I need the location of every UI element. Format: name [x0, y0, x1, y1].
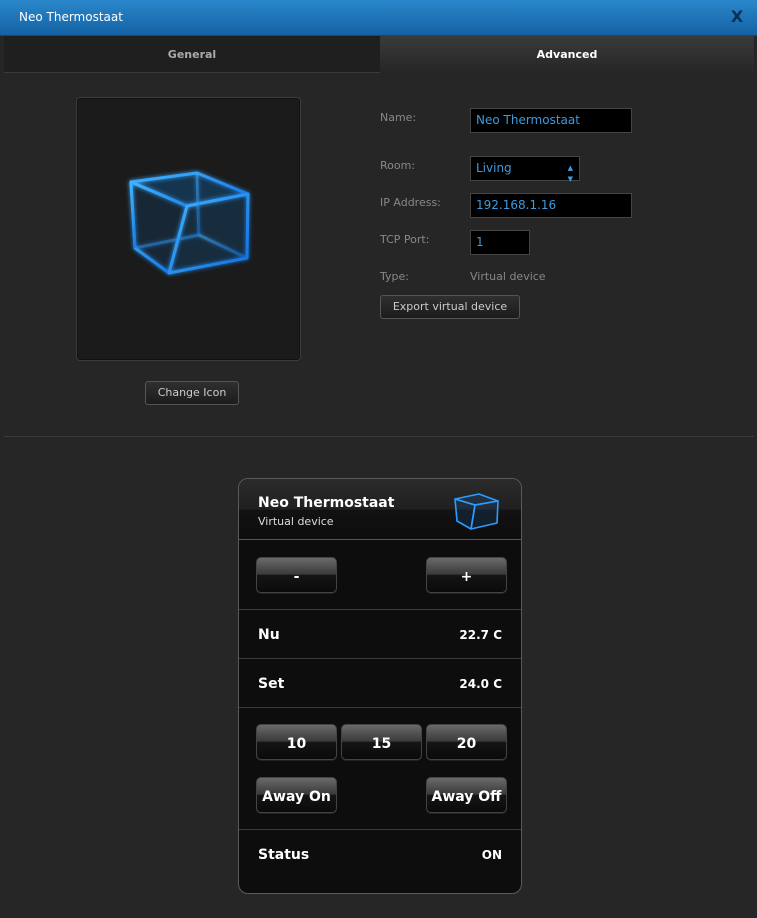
select-arrows-icon: ▲ ▼ [567, 164, 573, 183]
card-subtitle: Virtual device [258, 515, 334, 528]
window-titlebar: Neo Thermostaat X [0, 0, 757, 36]
section-divider [4, 436, 754, 437]
current-temp-label: Nu [258, 627, 280, 643]
card-header: Neo Thermostaat Virtual device [239, 479, 521, 540]
row-divider [239, 658, 521, 659]
tcp-port-label: TCP Port: [380, 233, 430, 246]
name-label: Name: [380, 111, 417, 124]
type-label: Type: [380, 270, 409, 283]
cube-icon [129, 171, 250, 275]
device-icon-preview [76, 97, 301, 361]
cube-icon [454, 493, 499, 530]
tab-advanced[interactable]: Advanced [380, 36, 754, 73]
device-preview-card: Neo Thermostaat Virtual device - + Nu 22… [238, 478, 522, 894]
status-label: Status [258, 847, 310, 863]
name-field[interactable]: Neo Thermostaat [470, 108, 632, 133]
room-select-value: Living [476, 161, 512, 175]
current-temp-value: 22.7 C [459, 628, 502, 642]
ip-address-field[interactable]: 192.168.1.16 [470, 193, 632, 218]
type-value: Virtual device [470, 270, 546, 283]
preset-15-button[interactable]: 15 [341, 724, 422, 760]
window-title: Neo Thermostaat [19, 10, 123, 24]
preset-10-button[interactable]: 10 [256, 724, 337, 760]
export-virtual-device-button[interactable]: Export virtual device [380, 295, 520, 319]
change-icon-button[interactable]: Change Icon [145, 381, 239, 405]
row-divider [239, 609, 521, 610]
row-divider [239, 707, 521, 708]
tab-general[interactable]: General [4, 36, 380, 73]
room-label: Room: [380, 159, 416, 172]
close-icon[interactable]: X [727, 7, 747, 27]
preset-20-button[interactable]: 20 [426, 724, 507, 760]
increase-button[interactable]: + [426, 557, 507, 593]
away-on-button[interactable]: Away On [256, 777, 337, 813]
card-title: Neo Thermostaat [258, 495, 395, 511]
row-divider [239, 829, 521, 830]
tab-bar: General Advanced [4, 36, 754, 73]
setpoint-label: Set [258, 676, 285, 692]
ip-address-label: IP Address: [380, 196, 441, 209]
setpoint-value: 24.0 C [459, 677, 502, 691]
tcp-port-field[interactable]: 1 [470, 230, 530, 255]
away-off-button[interactable]: Away Off [426, 777, 507, 813]
room-select[interactable]: Living ▲ ▼ [470, 156, 580, 183]
status-value: ON [481, 848, 502, 862]
decrease-button[interactable]: - [256, 557, 337, 593]
